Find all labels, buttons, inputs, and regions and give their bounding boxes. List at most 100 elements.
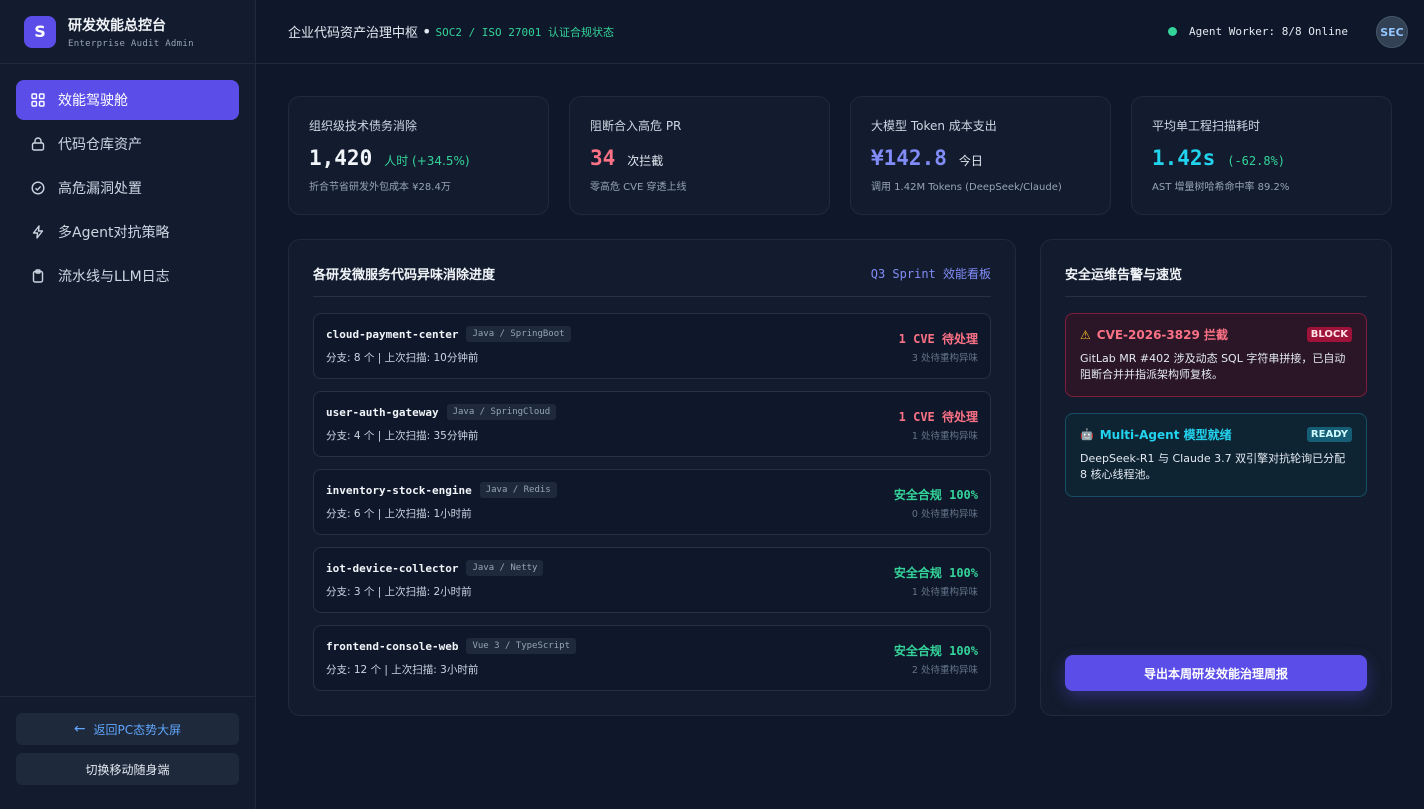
kpi-label: 大模型 Token 成本支出 bbox=[871, 119, 997, 133]
brand: S 研发效能总控台 Enterprise Audit Admin bbox=[0, 0, 255, 64]
compliance-status: SOC2 / ISO 27001 认证合规状态 bbox=[435, 25, 615, 39]
alert-title: CVE-2026-3829 拦截 bbox=[1096, 328, 1228, 342]
kpi-note: 零高危 CVE 穿透上线 bbox=[590, 182, 687, 193]
service-name: inventory-stock-engine bbox=[326, 483, 472, 497]
agent-status: Agent Worker: 8/8 Online bbox=[1168, 25, 1348, 38]
smell-count: 3 处待重构异味 bbox=[911, 353, 978, 364]
kpi-card-token-cost: 大模型 Token 成本支出 ¥142.8 今日 调用 1.42M Tokens… bbox=[850, 96, 1111, 215]
sprint-board-link[interactable]: Q3 Sprint 效能看板 bbox=[871, 265, 991, 282]
switch-mobile-label: 切换移动随身端 bbox=[85, 762, 170, 777]
panel-header: 各研发微服务代码异味消除进度 Q3 Sprint 效能看板 bbox=[313, 240, 991, 297]
sidebar-item-pipeline[interactable]: 流水线与LLM日志 bbox=[16, 256, 239, 296]
bolt-icon bbox=[30, 224, 46, 240]
service-meta: 分支: 12 个 | 上次扫描: 3小时前 bbox=[326, 664, 479, 676]
service-row[interactable]: inventory-stock-engine Java / Redis 分支: 6… bbox=[313, 469, 991, 535]
kpi-unit: 人时 (+34.5%) bbox=[384, 154, 470, 168]
tech-tag: Java / Redis bbox=[479, 482, 557, 498]
kpi-value: 34 bbox=[590, 146, 616, 170]
smell-count: 2 处待重构异味 bbox=[911, 665, 978, 676]
kpi-label: 组织级技术债务消除 bbox=[309, 119, 418, 133]
brand-title: 研发效能总控台 bbox=[68, 17, 166, 34]
export-report-button[interactable]: 导出本周研发效能治理周报 bbox=[1065, 655, 1367, 691]
service-name: iot-device-collector bbox=[326, 561, 459, 575]
sidebar-item-label: 代码仓库资产 bbox=[58, 137, 142, 153]
sidebar-footer: ← 返回PC态势大屏 切换移动随身端 bbox=[0, 696, 255, 809]
service-row[interactable]: user-auth-gateway Java / SpringCloud 分支: … bbox=[313, 391, 991, 457]
sidebar-item-agents[interactable]: 多Agent对抗策略 bbox=[16, 212, 239, 252]
arrow-left-icon: ← bbox=[73, 721, 86, 737]
kpi-label: 阻断合入高危 PR bbox=[590, 119, 682, 133]
kpi-card-blocked-pr: 阻断合入高危 PR 34 次拦截 零高危 CVE 穿透上线 bbox=[569, 96, 830, 215]
kpi-unit: 今日 bbox=[958, 154, 983, 168]
status-badge: READY bbox=[1306, 427, 1352, 442]
sidebar-item-label: 高危漏洞处置 bbox=[58, 181, 142, 197]
sidebar-item-vulns[interactable]: 高危漏洞处置 bbox=[16, 168, 239, 208]
brand-subtitle: Enterprise Audit Admin bbox=[68, 38, 194, 49]
service-progress-panel: 各研发微服务代码异味消除进度 Q3 Sprint 效能看板 cloud-paym… bbox=[288, 239, 1016, 716]
robot-icon: 🤖 bbox=[1080, 428, 1094, 441]
panel-title: 安全运维告警与速览 bbox=[1065, 267, 1183, 283]
back-to-pc-label: 返回PC态势大屏 bbox=[93, 722, 182, 737]
smell-count: 0 处待重构异味 bbox=[911, 509, 978, 520]
service-name: user-auth-gateway bbox=[326, 405, 439, 419]
kpi-unit: 次拦截 bbox=[627, 154, 664, 168]
alert-body: DeepSeek-R1 与 Claude 3.7 双引擎对抗轮询已分配 8 核心… bbox=[1080, 452, 1346, 481]
top-header: 企业代码资产治理中枢 • SOC2 / ISO 27001 认证合规状态 Age… bbox=[256, 0, 1424, 64]
service-row[interactable]: frontend-console-web Vue 3 / TypeScript 分… bbox=[313, 625, 991, 691]
service-meta: 分支: 3 个 | 上次扫描: 2小时前 bbox=[326, 586, 472, 598]
sidebar-item-dashboard[interactable]: 效能驾驶舱 bbox=[16, 80, 239, 120]
kpi-note: 调用 1.42M Tokens (DeepSeek/Claude) bbox=[871, 182, 1062, 193]
service-name: frontend-console-web bbox=[326, 639, 459, 653]
kpi-unit: (-62.8%) bbox=[1227, 154, 1286, 168]
status-badge: 1 CVE 待处理 bbox=[898, 410, 978, 424]
status-badge: 安全合规 100% bbox=[893, 488, 978, 502]
check-circle-icon bbox=[30, 180, 46, 196]
grid-icon bbox=[30, 92, 46, 108]
smell-count: 1 处待重构异味 bbox=[911, 431, 978, 442]
tech-tag: Java / SpringCloud bbox=[446, 404, 557, 420]
kpi-card-tech-debt: 组织级技术债务消除 1,420 人时 (+34.5%) 折合节省研发外包成本 ¥… bbox=[288, 96, 549, 215]
lock-icon bbox=[30, 136, 46, 152]
warning-icon: ⚠ bbox=[1080, 327, 1091, 342]
kpi-note: 折合节省研发外包成本 ¥28.4万 bbox=[309, 182, 451, 193]
service-name: cloud-payment-center bbox=[326, 327, 459, 341]
kpi-note: AST 增量树哈希命中率 89.2% bbox=[1152, 182, 1290, 193]
page-title: 企业代码资产治理中枢 bbox=[288, 26, 419, 41]
tech-tag: Java / SpringBoot bbox=[466, 326, 571, 342]
sidebar-item-label: 多Agent对抗策略 bbox=[58, 225, 170, 241]
alert-agent-ready[interactable]: 🤖 Multi-Agent 模型就绪 READY DeepSeek-R1 与 C… bbox=[1065, 413, 1367, 497]
sidebar-item-label: 效能驾驶舱 bbox=[58, 93, 128, 109]
panel-header: 安全运维告警与速览 bbox=[1065, 240, 1367, 297]
sidebar-nav: 效能驾驶舱 代码仓库资产 高危漏洞处置 多Agent对抗策略 流水线与LLM日志 bbox=[0, 64, 255, 316]
avatar[interactable]: SEC bbox=[1376, 16, 1408, 48]
service-row[interactable]: cloud-payment-center Java / SpringBoot 分支… bbox=[313, 313, 991, 379]
service-meta: 分支: 6 个 | 上次扫描: 1小时前 bbox=[326, 508, 472, 520]
kpi-value: 1,420 bbox=[309, 146, 373, 170]
service-meta: 分支: 8 个 | 上次扫描: 10分钟前 bbox=[326, 352, 479, 364]
sidebar: S 研发效能总控台 Enterprise Audit Admin 效能驾驶舱 代… bbox=[0, 0, 256, 809]
service-row[interactable]: iot-device-collector Java / Netty 分支: 3 个… bbox=[313, 547, 991, 613]
clipboard-icon bbox=[30, 268, 46, 284]
switch-mobile-button[interactable]: 切换移动随身端 bbox=[16, 753, 239, 785]
service-meta: 分支: 4 个 | 上次扫描: 35分钟前 bbox=[326, 430, 479, 442]
alert-cve-block[interactable]: ⚠ CVE-2026-3829 拦截 BLOCK GitLab MR #402 … bbox=[1065, 313, 1367, 397]
tech-tag: Java / Netty bbox=[466, 560, 544, 576]
alerts-panel: 安全运维告警与速览 ⚠ CVE-2026-3829 拦截 BLOCK GitLa… bbox=[1040, 239, 1392, 716]
tech-tag: Vue 3 / TypeScript bbox=[466, 638, 576, 654]
brand-logo: S bbox=[24, 15, 56, 48]
kpi-card-scan-time: 平均单工程扫描耗时 1.42s (-62.8%) AST 增量树哈希命中率 89… bbox=[1131, 96, 1392, 215]
header-separator: • bbox=[422, 22, 432, 41]
sidebar-item-repos[interactable]: 代码仓库资产 bbox=[16, 124, 239, 164]
alert-body: GitLab MR #402 涉及动态 SQL 字符串拼接，已自动阻断合并并指派… bbox=[1080, 352, 1346, 381]
online-dot-icon bbox=[1168, 27, 1178, 36]
status-badge: BLOCK bbox=[1306, 327, 1352, 342]
kpi-value: 1.42s bbox=[1152, 146, 1216, 170]
status-badge: 安全合规 100% bbox=[893, 644, 978, 658]
agent-status-text: Agent Worker: 8/8 Online bbox=[1189, 25, 1348, 38]
status-badge: 安全合规 100% bbox=[893, 566, 978, 580]
panel-title: 各研发微服务代码异味消除进度 bbox=[313, 267, 496, 283]
back-to-pc-button[interactable]: ← 返回PC态势大屏 bbox=[16, 713, 239, 745]
sidebar-item-label: 流水线与LLM日志 bbox=[58, 269, 170, 285]
kpi-value: ¥142.8 bbox=[871, 146, 947, 170]
status-badge: 1 CVE 待处理 bbox=[898, 332, 978, 346]
